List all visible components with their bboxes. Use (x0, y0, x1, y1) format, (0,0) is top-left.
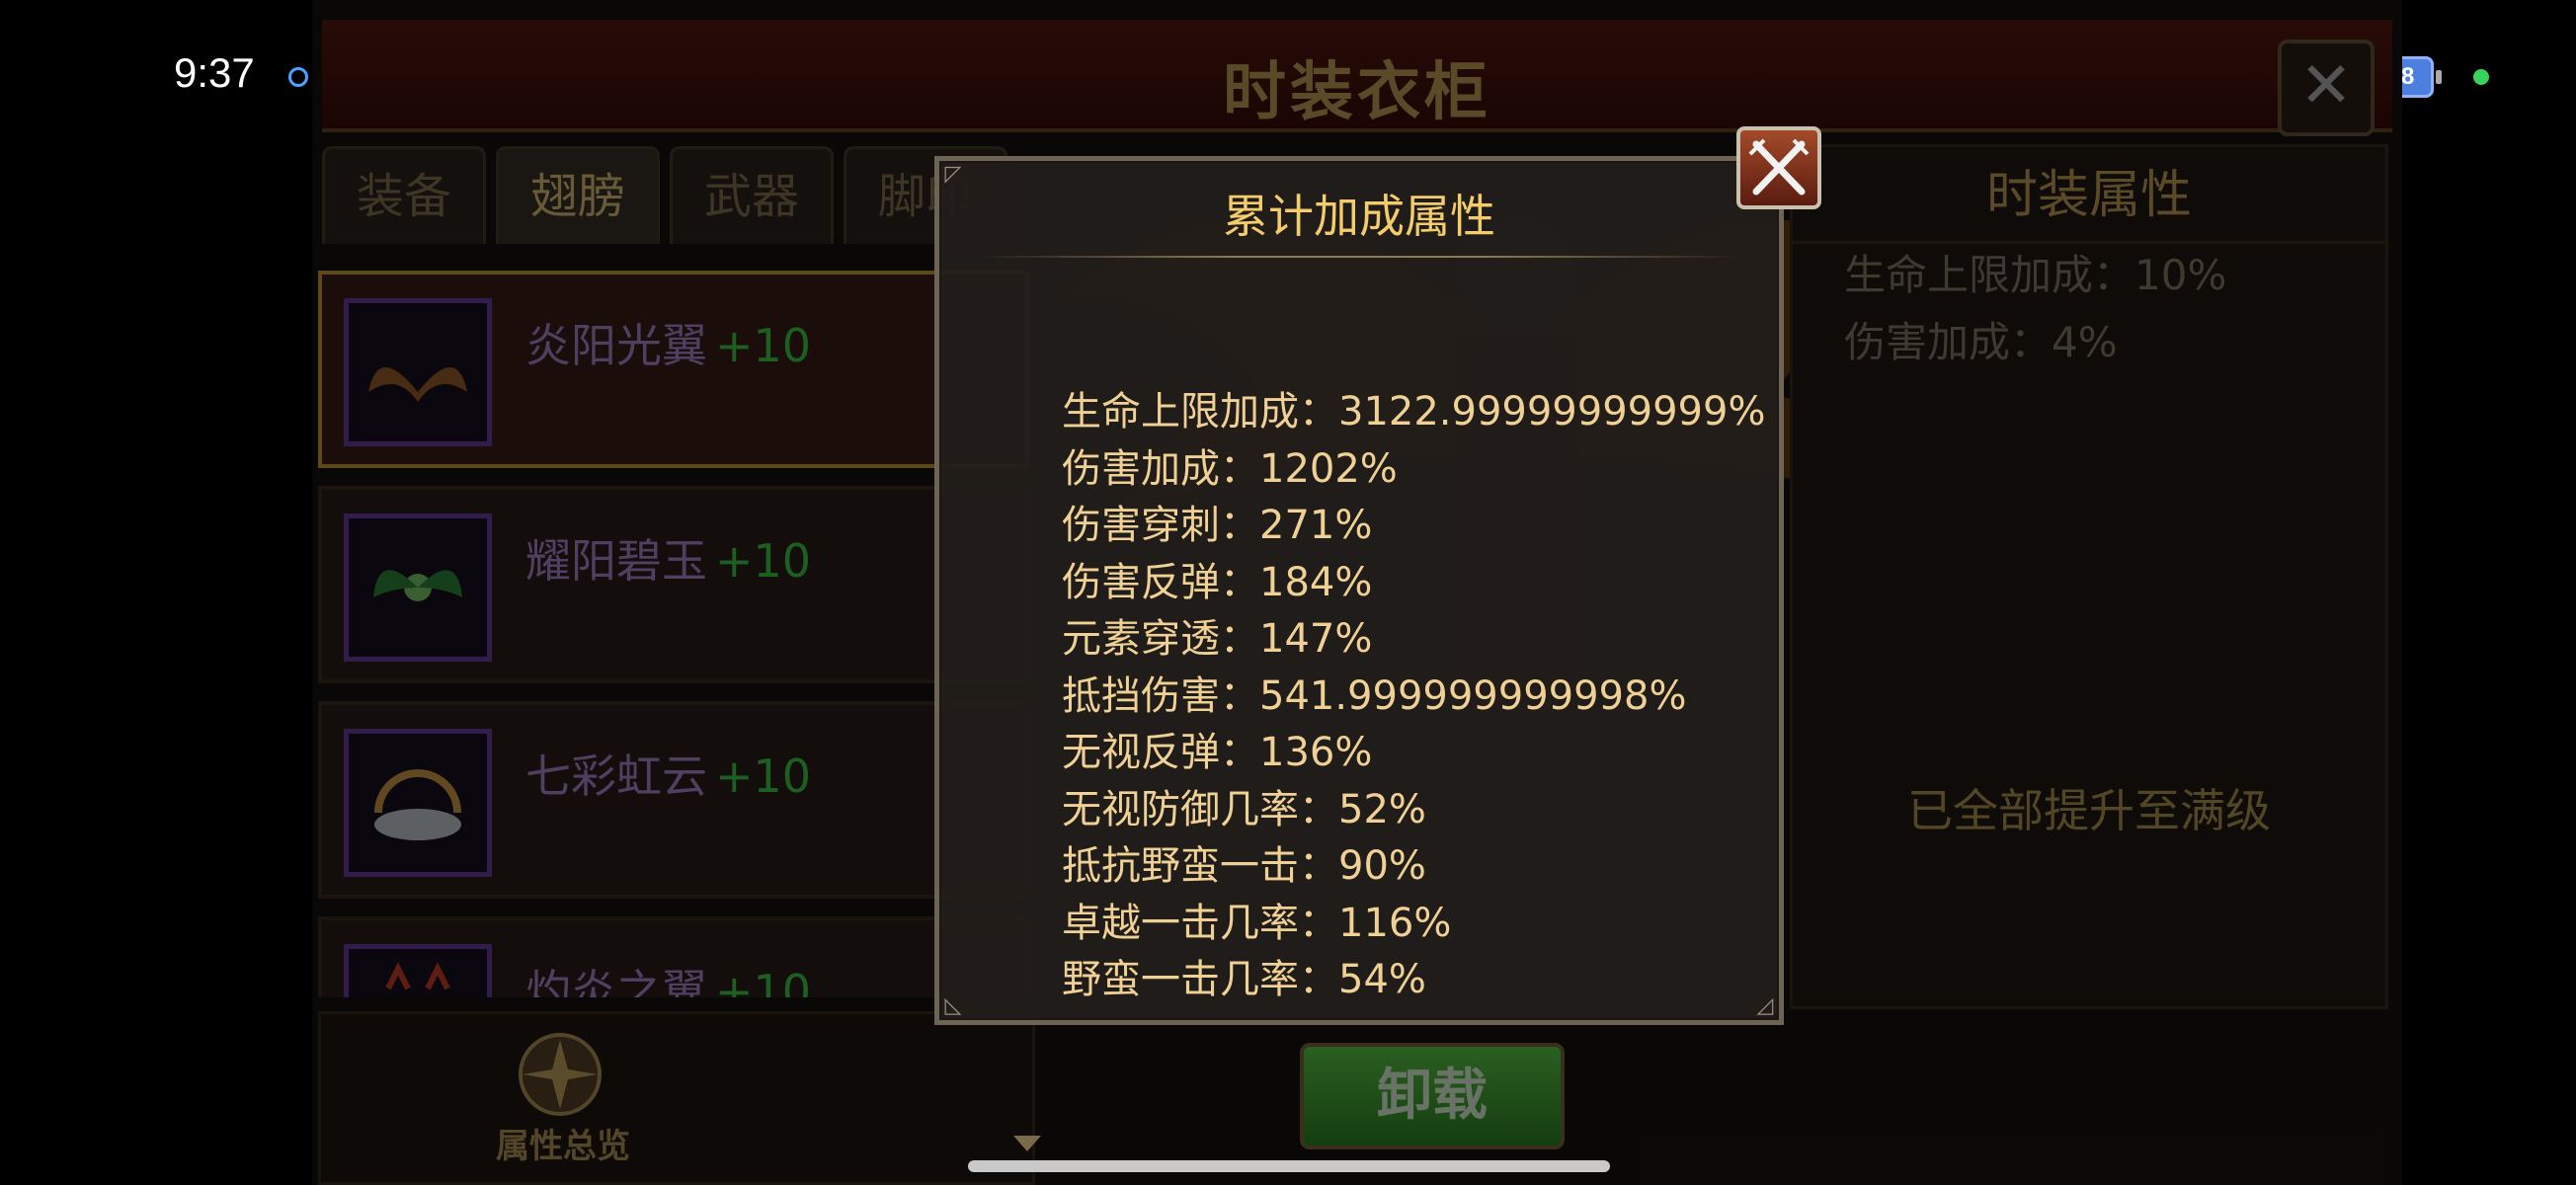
item-level: +10 (715, 534, 812, 588)
attribute-row: 抵挡伤害：541.999999999998% (1062, 672, 1687, 719)
item-level: +10 (715, 750, 812, 803)
dialog-close-button[interactable] (1736, 126, 1821, 209)
window-close-button[interactable]: ✕ (2278, 40, 2375, 136)
attribute-row: 无视防御几率：52% (1062, 786, 1426, 832)
tab-equipment[interactable]: 装备 (322, 146, 486, 244)
attribute-row: 生命上限加成：3122.99999999999% (1062, 389, 1766, 434)
crossed-swords-close-icon (1748, 138, 1810, 196)
title-divider (979, 256, 1739, 258)
attribute-row: 卓越一击几率：116% (1062, 900, 1452, 946)
corner-ornament: ◺ (944, 993, 962, 1018)
wing-item-icon (344, 944, 492, 997)
tab-weapon[interactable]: 武器 (670, 146, 834, 244)
bottom-panel: 属性总览 (318, 1011, 1035, 1185)
rainbow-cloud-icon (344, 729, 492, 877)
item-name: 炎阳光翼 +10 (525, 319, 812, 372)
item-name: 七彩虹云 +10 (525, 750, 812, 803)
attribute-row: 伤害加成：1202% (1062, 445, 1398, 492)
costume-attribute-line: 伤害加成：4% (1844, 318, 2118, 366)
wing-item-icon (344, 514, 492, 662)
max-level-message: 已全部提升至满级 (1907, 784, 2271, 837)
dialog-title: 累计加成属性 (1223, 190, 1495, 243)
wing-item-icon (344, 298, 492, 446)
item-name: 耀阳碧玉 +10 (525, 534, 812, 588)
attribute-row: 抵抗野蛮一击：90% (1062, 843, 1426, 889)
cumulative-bonus-dialog: ◸ ◹ ◺ ◿ 累计加成属性 生命上限加成：3122.99999999999% … (934, 156, 1784, 1025)
privacy-indicator-icon (2473, 69, 2489, 85)
home-indicator[interactable] (968, 1160, 1610, 1172)
costume-attributes-panel: 时装属性 生命上限加成：10% 伤害加成：4% 已全部提升至满级 (1790, 144, 2388, 1009)
attribute-list: 生命上限加成：3122.99999999999% 伤害加成：1202% 伤害穿刺… (1062, 384, 1765, 1009)
attribute-row: 伤害穿刺：271% (1062, 503, 1373, 548)
costume-attributes-title: 时装属性 (1793, 153, 2385, 244)
status-time: 9:37 (174, 49, 255, 96)
attribute-overview-label[interactable]: 属性总览 (469, 1119, 657, 1167)
tab-wings[interactable]: 翅膀 (496, 146, 660, 244)
attribute-row: 元素穿透：147% (1062, 616, 1373, 662)
battery-tip (2436, 70, 2442, 84)
item-level: +10 (715, 319, 812, 372)
notification-icon (288, 67, 308, 87)
list-item[interactable]: 灼炎之翼 +10 (318, 916, 1029, 997)
unload-button[interactable]: 卸载 (1300, 1043, 1565, 1149)
item-name: 灼炎之翼 +10 (525, 956, 811, 997)
costume-attribute-line: 生命上限加成：10% (1844, 251, 2227, 299)
attribute-overview-icon[interactable] (501, 1020, 619, 1129)
attribute-row: 无视反弹：136% (1062, 730, 1373, 775)
attribute-row: 伤害反弹：184% (1062, 559, 1373, 605)
attribute-row: 野蛮一击几率：54% (1062, 957, 1426, 1002)
item-level: +10 (715, 965, 812, 997)
scroll-down-arrow-icon[interactable] (1013, 1136, 1041, 1151)
